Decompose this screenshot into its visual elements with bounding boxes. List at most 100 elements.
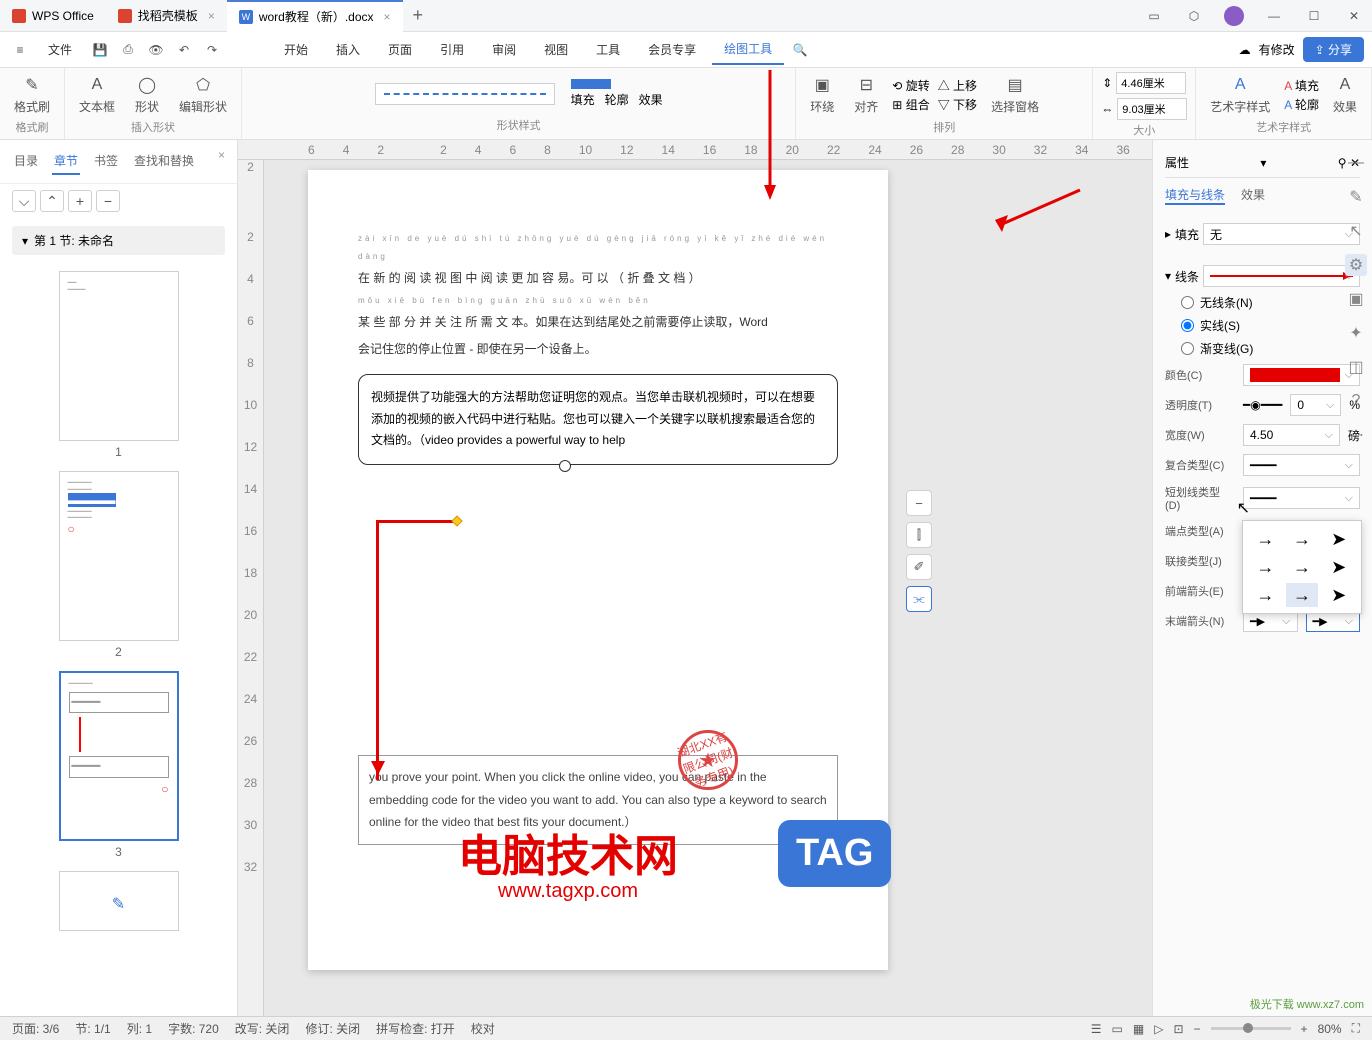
share-button[interactable]: ⇪ 分享 [1303, 37, 1364, 62]
arrow-opt-selected[interactable]: → [1286, 583, 1319, 607]
select-icon[interactable]: ↖ [1345, 220, 1367, 242]
status-words[interactable]: 字数: 720 [168, 1020, 219, 1037]
arrow-opt[interactable]: ➤ [1322, 583, 1355, 607]
dash-select[interactable]: ━━━━ [1243, 487, 1360, 509]
line-gradient-radio[interactable]: 渐变线(G) [1165, 337, 1360, 360]
compound-select[interactable]: ━━━━ [1243, 454, 1360, 476]
status-revision[interactable]: 修订: 关闭 [305, 1020, 360, 1037]
menu-reference[interactable]: 引用 [428, 35, 476, 64]
status-overwrite[interactable]: 改写: 关闭 [235, 1020, 290, 1037]
ruler-horizontal[interactable]: 6422468101214161820222426283032343638404… [238, 140, 1152, 160]
effect-button[interactable]: 效果 [639, 91, 663, 108]
stamp-shape[interactable]: 湖北XX有限公司(财务专用)★ [678, 730, 738, 790]
fill-button[interactable]: 填充 [571, 91, 595, 108]
zoom-slider[interactable] [1211, 1027, 1291, 1030]
arrow-opt[interactable]: → [1249, 555, 1282, 579]
more-icon[interactable]: ⋯ [1345, 424, 1367, 446]
search-icon[interactable]: 🔍 [788, 38, 812, 62]
menu-drawing[interactable]: 绘图工具 [712, 34, 784, 65]
print-icon[interactable]: ⎙ [116, 38, 140, 62]
format-painter[interactable]: ✎格式刷 [8, 72, 56, 117]
arrow-opt[interactable]: → [1286, 527, 1319, 551]
tab-wps[interactable]: WPS Office [0, 0, 106, 32]
status-section[interactable]: 节: 1/1 [75, 1020, 110, 1037]
align-button[interactable]: ⊟对齐 [848, 72, 884, 117]
width-input[interactable]: 4.50 [1243, 424, 1340, 446]
preview-icon[interactable]: 👁 [144, 38, 168, 62]
reader-icon[interactable]: ▭ [1136, 2, 1172, 30]
zoom-out-icon[interactable]: − [906, 490, 932, 516]
tab-document[interactable]: Wword教程（新）.docx× [227, 0, 403, 32]
text-effect-button[interactable]: A效果 [1327, 72, 1363, 117]
wrap-button[interactable]: ▣环绕 [804, 72, 840, 117]
shapes-button[interactable]: ◯形状 [129, 72, 165, 117]
menu-insert[interactable]: 插入 [324, 35, 372, 64]
view-icon[interactable]: ☰ [1091, 1022, 1102, 1036]
collapse-button[interactable]: ⌵ [12, 190, 36, 212]
rotate-button[interactable]: ⟲ 旋转 [892, 77, 929, 94]
limit-icon[interactable]: ▣ [1345, 288, 1367, 310]
group-button[interactable]: ⊞ 组合 [892, 96, 929, 113]
expand-button[interactable]: ⌃ [40, 190, 64, 212]
move-up-button[interactable]: △ 上移 [938, 77, 977, 94]
zoom-in-button[interactable]: + [1301, 1022, 1308, 1036]
wordart-button[interactable]: A艺术字样式 [1204, 72, 1276, 117]
text-fill-button[interactable]: A 填充 [1284, 77, 1319, 94]
text-outline-button[interactable]: A 轮廓 [1284, 96, 1319, 113]
eyedropper-icon[interactable]: ✐ [906, 554, 932, 580]
add-section-button[interactable]: + [68, 190, 92, 212]
zoom-out-button[interactable]: − [1194, 1022, 1201, 1036]
menu-member[interactable]: 会员专享 [636, 35, 708, 64]
view-icon[interactable]: ▦ [1133, 1022, 1144, 1036]
textbox-button[interactable]: A文本框 [73, 72, 121, 117]
remove-section-button[interactable]: − [96, 190, 120, 212]
close-nav-icon[interactable]: × [218, 148, 225, 175]
avatar[interactable] [1224, 6, 1244, 26]
arrow-opt[interactable]: → [1249, 583, 1282, 607]
line-preview-select[interactable] [1203, 265, 1360, 287]
red-arrow-shape[interactable] [376, 520, 379, 780]
tab-fill-line[interactable]: 填充与线条 [1165, 186, 1225, 205]
callout-shape[interactable]: 视频提供了功能强大的方法帮助您证明您的观点。当您单击联机视频时，可以在想要添加的… [358, 374, 838, 465]
section-header[interactable]: ▾ 第 1 节: 未命名 [12, 226, 225, 255]
page-thumb-2[interactable]: ━━━━━━━━━━━━━━━━▬▬▬▬━━━━━━━━━━━━━━━━○ [59, 471, 179, 641]
opacity-input[interactable]: 0 [1290, 394, 1341, 416]
selection-pane-button[interactable]: ▤选择窗格 [985, 72, 1045, 117]
zoom-value[interactable]: 80% [1318, 1022, 1342, 1036]
view-icon[interactable]: ▷ [1154, 1022, 1163, 1036]
arrow-opt[interactable]: ➤ [1322, 527, 1355, 551]
layout-icon[interactable]: ⫿ [906, 522, 932, 548]
menu-view[interactable]: 视图 [532, 35, 580, 64]
maximize-button[interactable]: ☐ [1296, 2, 1332, 30]
view-icon[interactable]: ⊡ [1173, 1022, 1183, 1036]
cube-icon[interactable]: ⬡ [1176, 2, 1212, 30]
line-solid-radio[interactable]: 实线(S) [1165, 314, 1360, 337]
file-menu[interactable]: 文件 [36, 35, 84, 64]
minimize-button[interactable]: — [1256, 2, 1292, 30]
fill-section[interactable]: ▸ 填充无 [1165, 219, 1360, 249]
arrow-opt[interactable]: → [1286, 555, 1319, 579]
outline-button[interactable]: 轮廓 [605, 91, 629, 108]
tab-templates[interactable]: 找稻壳模板× [106, 0, 227, 32]
help-icon[interactable]: ? [1345, 390, 1367, 412]
menu-page[interactable]: 页面 [376, 35, 424, 64]
tab-effects[interactable]: 效果 [1241, 186, 1265, 205]
redo-icon[interactable]: ↷ [200, 38, 224, 62]
close-icon[interactable]: × [208, 9, 215, 23]
close-button[interactable]: ✕ [1336, 2, 1372, 30]
bookmark-icon[interactable]: ◫ [1345, 356, 1367, 378]
nav-tab-toc[interactable]: 目录 [12, 148, 40, 175]
minimize-panel-icon[interactable]: — [1345, 152, 1367, 174]
status-proof[interactable]: 校对 [471, 1020, 495, 1037]
status-column[interactable]: 列: 1 [127, 1020, 152, 1037]
fill-preview[interactable] [571, 79, 611, 89]
link-icon[interactable]: ⫘ [906, 586, 932, 612]
pen-icon[interactable]: ✎ [1345, 186, 1367, 208]
settings-icon[interactable]: ⚙ [1345, 254, 1367, 276]
line-style-gallery[interactable] [375, 83, 555, 105]
page-thumb-3[interactable]: ━━━━━━━━━━━━━━━━○ [59, 671, 179, 841]
view-icon[interactable]: ▭ [1112, 1022, 1123, 1036]
arrow-opt[interactable]: ➤ [1322, 555, 1355, 579]
height-input[interactable] [1116, 72, 1186, 94]
line-section[interactable]: ▾ 线条 [1165, 261, 1360, 291]
